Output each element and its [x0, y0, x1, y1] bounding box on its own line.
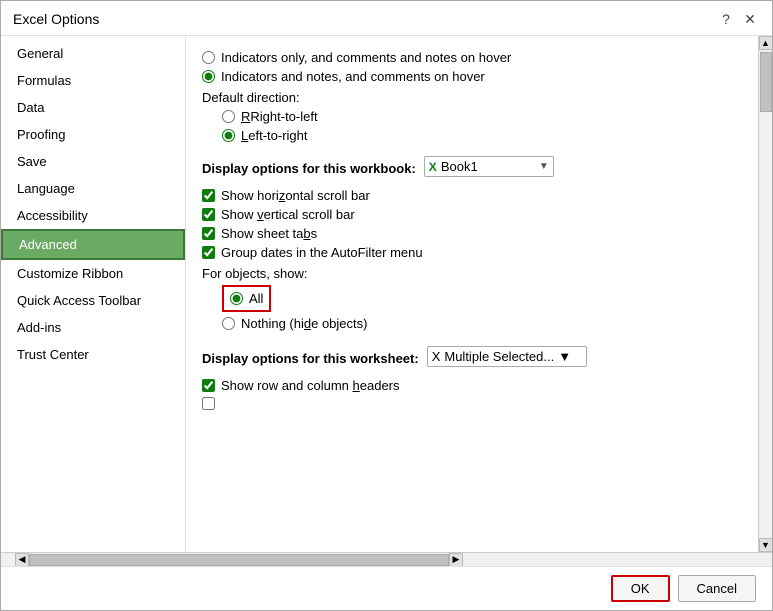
h-scroll-thumb[interactable] [29, 554, 449, 566]
radio-indicators-notes[interactable] [202, 70, 215, 83]
cb-horizontal-scroll-label: Show horizontal scroll bar [221, 188, 370, 203]
title-bar: Excel Options ? ✕ [1, 1, 772, 36]
help-button[interactable]: ? [716, 9, 736, 29]
sidebar-item-accessibility[interactable]: Accessibility [1, 202, 185, 229]
cb-group-dates-label: Group dates in the AutoFilter menu [221, 245, 423, 260]
sidebar-item-general[interactable]: General [1, 40, 185, 67]
cb-vertical-scroll-label: Show vertical scroll bar [221, 207, 355, 222]
content-area: Indicators only, and comments and notes … [186, 36, 758, 552]
sidebar-item-trust-center[interactable]: Trust Center [1, 341, 185, 368]
radio-all[interactable] [230, 292, 243, 305]
sidebar-item-add-ins[interactable]: Add-ins [1, 314, 185, 341]
group-dates-row: Group dates in the AutoFilter menu [202, 245, 742, 260]
horizontal-scroll-row: Show horizontal scroll bar [202, 188, 742, 203]
display-workbook-label: Display options for this workbook: [202, 161, 416, 176]
cb-row-col-headers-label: Show row and column headers [221, 378, 400, 393]
worksheet-dropdown-arrow: ▼ [558, 349, 571, 364]
display-workbook-row: Display options for this workbook: X Boo… [202, 151, 742, 182]
dialog-body: General Formulas Data Proofing Save Lang… [1, 36, 772, 552]
cancel-button[interactable]: Cancel [678, 575, 756, 602]
cb-horizontal-scroll[interactable] [202, 189, 215, 202]
sidebar-item-save[interactable]: Save [1, 148, 185, 175]
vertical-scroll-row: Show vertical scroll bar [202, 207, 742, 222]
scroll-left-arrow[interactable]: ◀ [15, 553, 29, 567]
workbook-dropdown-arrow: ▼ [539, 161, 549, 172]
for-objects-label: For objects, show: [202, 266, 308, 281]
display-worksheet-label: Display options for this worksheet: [202, 351, 419, 366]
workbook-name: Book1 [441, 159, 478, 174]
radio-nothing[interactable] [222, 317, 235, 330]
sidebar-item-language[interactable]: Language [1, 175, 185, 202]
sidebar-item-data[interactable]: Data [1, 94, 185, 121]
sidebar: General Formulas Data Proofing Save Lang… [1, 36, 186, 552]
excel-icon: X [429, 160, 437, 174]
radio-indicators-only[interactable] [202, 51, 215, 64]
worksheet-name: Multiple Selected... [444, 349, 554, 364]
close-button[interactable]: ✕ [740, 9, 760, 29]
default-direction-label: Default direction: [202, 90, 300, 105]
radio-right-to-left[interactable] [222, 110, 235, 123]
workbook-dropdown[interactable]: X Book1 ▼ [424, 156, 554, 177]
display-worksheet-row: Display options for this worksheet: X Mu… [202, 341, 742, 372]
sidebar-item-quick-access-toolbar[interactable]: Quick Access Toolbar [1, 287, 185, 314]
indicators-only-row: Indicators only, and comments and notes … [202, 50, 742, 65]
worksheet-dropdown[interactable]: X Multiple Selected... ▼ [427, 346, 587, 367]
right-to-left-row: RRight-to-left [222, 109, 742, 124]
left-to-right-row: Left-to-right [222, 128, 742, 143]
radio-left-to-right[interactable] [222, 129, 235, 142]
radio-all-label: All [249, 291, 263, 306]
ok-button[interactable]: OK [611, 575, 670, 602]
dialog-title: Excel Options [13, 11, 99, 27]
radio-nothing-label: Nothing (hide objects) [241, 316, 367, 331]
excel-options-dialog: Excel Options ? ✕ General Formulas Data … [0, 0, 773, 611]
sheet-tabs-row: Show sheet tabs [202, 226, 742, 241]
cb-sheet-tabs[interactable] [202, 227, 215, 240]
default-direction-row: Default direction: [202, 90, 742, 105]
title-bar-controls: ? ✕ [716, 9, 760, 29]
right-scrollbar: ▲ ▼ [758, 36, 772, 552]
cb-sheet-tabs-label: Show sheet tabs [221, 226, 317, 241]
cb-row-col-headers[interactable] [202, 379, 215, 392]
bottom-scrollbar: ◀ ▶ [1, 552, 772, 566]
scroll-right-arrow[interactable]: ▶ [449, 553, 463, 567]
radio-right-to-left-label: RRight-to-left [241, 109, 318, 124]
row-col-headers-row: Show row and column headers [202, 378, 742, 393]
cb-partial[interactable] [202, 397, 215, 410]
partial-row [202, 397, 742, 410]
cb-vertical-scroll[interactable] [202, 208, 215, 221]
cb-group-dates[interactable] [202, 246, 215, 259]
dialog-footer: OK Cancel [1, 566, 772, 610]
scroll-thumb[interactable] [760, 52, 772, 112]
worksheet-excel-icon: X [432, 349, 441, 364]
sidebar-item-proofing[interactable]: Proofing [1, 121, 185, 148]
sidebar-item-advanced[interactable]: Advanced [1, 229, 185, 260]
radio-all-row: All [222, 285, 742, 312]
radio-indicators-only-label: Indicators only, and comments and notes … [221, 50, 511, 65]
scroll-up-arrow[interactable]: ▲ [759, 36, 773, 50]
for-objects-row: For objects, show: [202, 266, 742, 281]
sidebar-item-customize-ribbon[interactable]: Customize Ribbon [1, 260, 185, 287]
scroll-down-arrow[interactable]: ▼ [759, 538, 773, 552]
radio-nothing-row: Nothing (hide objects) [222, 316, 742, 331]
radio-left-to-right-label: Left-to-right [241, 128, 307, 143]
sidebar-item-formulas[interactable]: Formulas [1, 67, 185, 94]
indicators-notes-row: Indicators and notes, and comments on ho… [202, 69, 742, 84]
radio-indicators-notes-label: Indicators and notes, and comments on ho… [221, 69, 485, 84]
radio-all-box: All [222, 285, 271, 312]
